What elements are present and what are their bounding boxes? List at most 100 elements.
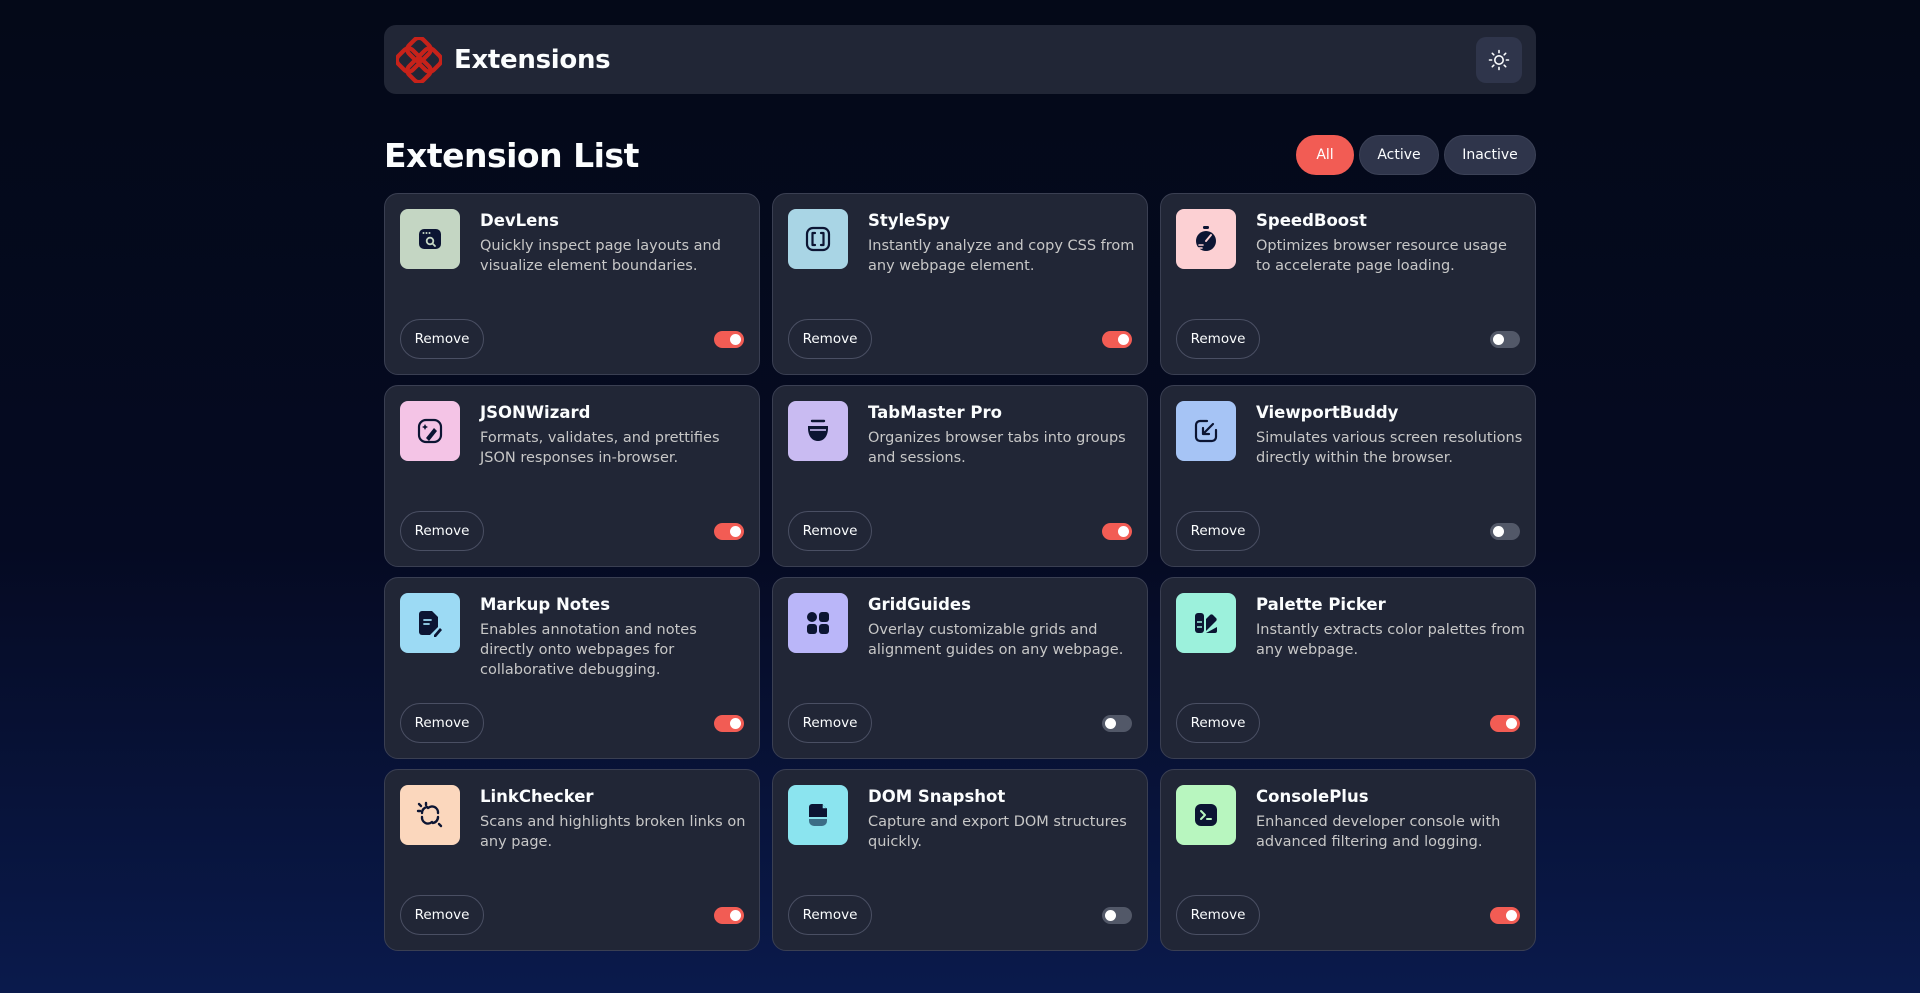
brand-title: Extensions xyxy=(454,44,611,75)
app-container: Extensions Extension List All Active Ina… xyxy=(384,25,1536,951)
extension-icon-box xyxy=(788,785,848,845)
extension-name: DevLens xyxy=(480,211,559,230)
remove-button[interactable]: Remove xyxy=(788,703,872,743)
card-actions: Remove xyxy=(400,895,744,935)
remove-button[interactable]: Remove xyxy=(400,895,484,935)
extension-name: JSONWizard xyxy=(480,403,591,422)
extension-icon-box xyxy=(788,401,848,461)
card-text: GridGuides Overlay customizable grids an… xyxy=(868,593,1138,660)
enable-toggle[interactable] xyxy=(1102,714,1132,732)
viewportbuddy-icon xyxy=(1194,419,1218,443)
enable-toggle[interactable] xyxy=(1490,330,1520,348)
extension-description: Scans and highlights broken links on any… xyxy=(480,814,746,850)
list-header: Extension List All Active Inactive xyxy=(384,135,1536,175)
remove-button[interactable]: Remove xyxy=(788,511,872,551)
card-header: ConsolePlus Enhanced developer console w… xyxy=(1176,785,1520,852)
card-actions: Remove xyxy=(788,319,1132,359)
extension-description: Optimizes browser resource usage to acce… xyxy=(1256,238,1507,274)
card-actions: Remove xyxy=(788,511,1132,551)
toggle-knob xyxy=(730,717,741,729)
card-text: ViewportBuddy Simulates various screen r… xyxy=(1256,401,1526,468)
extension-description: Quickly inspect page layouts and visuali… xyxy=(480,238,721,274)
card-actions: Remove xyxy=(1176,703,1520,743)
enable-toggle[interactable] xyxy=(1102,906,1132,924)
card-text: DOM Snapshot Capture and export DOM stru… xyxy=(868,785,1138,852)
extension-description: Enables annotation and notes directly on… xyxy=(480,622,697,678)
jsonwizard-icon xyxy=(417,418,443,444)
extension-card: ViewportBuddy Simulates various screen r… xyxy=(1160,385,1536,567)
remove-button[interactable]: Remove xyxy=(788,895,872,935)
toggle-knob xyxy=(1118,333,1129,345)
extension-icon-box xyxy=(400,785,460,845)
toggle-knob xyxy=(730,525,741,537)
extension-icon-box xyxy=(788,209,848,269)
card-actions: Remove xyxy=(400,511,744,551)
extension-name: DOM Snapshot xyxy=(868,787,1006,806)
brand: Extensions xyxy=(396,36,611,83)
filter-inactive-button[interactable]: Inactive xyxy=(1444,135,1536,175)
enable-toggle[interactable] xyxy=(1102,330,1132,348)
card-actions: Remove xyxy=(1176,319,1520,359)
card-header: TabMaster Pro Organizes browser tabs int… xyxy=(788,401,1132,468)
extension-card: Markup Notes Enables annotation and note… xyxy=(384,577,760,759)
toggle-knob xyxy=(1506,909,1517,921)
toggle-knob xyxy=(730,333,741,345)
filter-all-button[interactable]: All xyxy=(1296,135,1354,175)
toggle-knob xyxy=(1105,717,1116,729)
card-header: StyleSpy Instantly analyze and copy CSS … xyxy=(788,209,1134,276)
enable-toggle[interactable] xyxy=(1490,906,1520,924)
remove-button[interactable]: Remove xyxy=(400,703,484,743)
enable-toggle[interactable] xyxy=(1102,522,1132,540)
remove-button[interactable]: Remove xyxy=(1176,895,1260,935)
extension-icon-box xyxy=(1176,785,1236,845)
extension-name: StyleSpy xyxy=(868,211,950,230)
extension-name: Palette Picker xyxy=(1256,595,1386,614)
extension-description: Overlay customizable grids and alignment… xyxy=(868,622,1124,658)
extension-name: GridGuides xyxy=(868,595,971,614)
remove-button[interactable]: Remove xyxy=(1176,703,1260,743)
domsnapshot-icon xyxy=(809,804,827,826)
remove-button[interactable]: Remove xyxy=(1176,319,1260,359)
enable-toggle[interactable] xyxy=(1490,522,1520,540)
enable-toggle[interactable] xyxy=(714,906,744,924)
extension-card: JSONWizard Formats, validates, and prett… xyxy=(384,385,760,567)
remove-button[interactable]: Remove xyxy=(1176,511,1260,551)
toggle-knob xyxy=(1118,525,1129,537)
toggle-knob xyxy=(730,909,741,921)
enable-toggle[interactable] xyxy=(714,714,744,732)
filter-active-button[interactable]: Active xyxy=(1359,135,1439,175)
extension-grid: DevLens Quickly inspect page layouts and… xyxy=(384,193,1536,951)
remove-button[interactable]: Remove xyxy=(788,319,872,359)
enable-toggle[interactable] xyxy=(714,522,744,540)
extension-description: Instantly extracts color palettes from a… xyxy=(1256,622,1525,658)
card-text: SpeedBoost Optimizes browser resource us… xyxy=(1256,209,1526,276)
enable-toggle[interactable] xyxy=(714,330,744,348)
card-header: SpeedBoost Optimizes browser resource us… xyxy=(1176,209,1520,276)
sun-icon xyxy=(1488,49,1510,70)
extension-description: Capture and export DOM structures quickl… xyxy=(868,814,1127,850)
gridguides-icon xyxy=(807,612,829,634)
toggle-knob xyxy=(1493,333,1504,345)
stylespy-icon xyxy=(805,226,831,252)
logo-icon xyxy=(396,36,442,83)
toggle-knob xyxy=(1506,717,1517,729)
remove-button[interactable]: Remove xyxy=(400,319,484,359)
consoleplus-icon xyxy=(1195,804,1217,826)
card-header: DOM Snapshot Capture and export DOM stru… xyxy=(788,785,1132,852)
extension-name: ConsolePlus xyxy=(1256,787,1369,806)
theme-toggle-button[interactable] xyxy=(1476,36,1522,83)
extension-description: Organizes browser tabs into groups and s… xyxy=(868,430,1126,466)
card-header: Markup Notes Enables annotation and note… xyxy=(400,593,744,680)
card-header: DevLens Quickly inspect page layouts and… xyxy=(400,209,744,276)
extension-card: DevLens Quickly inspect page layouts and… xyxy=(384,193,760,375)
card-text: TabMaster Pro Organizes browser tabs int… xyxy=(868,401,1138,468)
extension-description: Formats, validates, and prettifies JSON … xyxy=(480,430,720,466)
card-actions: Remove xyxy=(788,703,1132,743)
extension-card: Palette Picker Instantly extracts color … xyxy=(1160,577,1536,759)
remove-button[interactable]: Remove xyxy=(400,511,484,551)
enable-toggle[interactable] xyxy=(1490,714,1520,732)
extension-description: Simulates various screen resolutions dir… xyxy=(1256,430,1523,466)
card-actions: Remove xyxy=(788,895,1132,935)
extension-card: DOM Snapshot Capture and export DOM stru… xyxy=(772,769,1148,951)
card-text: Markup Notes Enables annotation and note… xyxy=(480,593,750,680)
